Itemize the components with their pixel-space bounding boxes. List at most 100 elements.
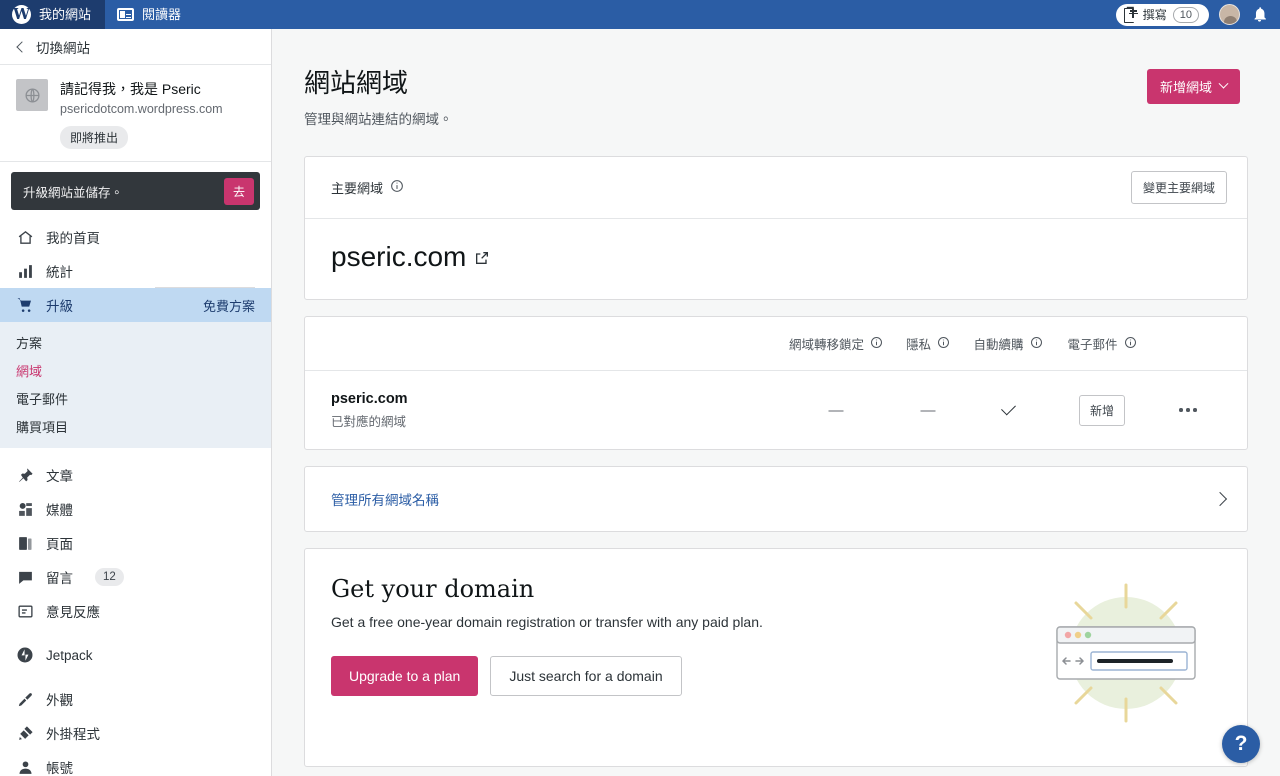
switch-site-button[interactable]: 切換網站 [0, 29, 271, 65]
domains-table-card: 網域轉移鎖定 隱私 自動續購 電子郵件 pseric.com 已對應的網域 — … [304, 316, 1248, 450]
wordpress-logo-icon: W [12, 5, 31, 24]
bell-icon[interactable] [1250, 6, 1268, 24]
sidebar-subitem-label: 方案 [16, 335, 43, 351]
avatar[interactable] [1219, 4, 1240, 25]
sidebar-nav: 我的首頁 統計 升級 免費方案 方案 網域 電子郵件 購買項目 文章 媒體 頁面… [0, 216, 271, 776]
sidebar-subnav-upgrades: 方案 網域 電子郵件 購買項目 [0, 322, 271, 448]
chevron-left-icon [16, 40, 28, 53]
compose-icon [1123, 8, 1138, 23]
upgrade-banner-text: 升級網站並儲存。 [23, 185, 124, 200]
info-icon[interactable] [390, 179, 404, 196]
table-row[interactable]: pseric.com 已對應的網域 — — 新增 [305, 371, 1247, 449]
masthead: W 我的網站 閱讀器 撰寫 10 [0, 0, 1280, 29]
sidebar-item-appearance[interactable]: 外觀 [0, 682, 271, 716]
primary-domain-card-body: pseric.com [305, 219, 1247, 299]
comment-icon [16, 568, 34, 586]
sidebar-subitem-purchases[interactable]: 購買項目 [0, 412, 271, 440]
check-icon [1000, 400, 1016, 416]
main-content: 網站網域 管理與網站連結的網域。 新增網域 主要網域 變更主要網域 pseric… [272, 29, 1280, 776]
sidebar-item-label: 頁面 [46, 537, 73, 552]
change-primary-domain-button[interactable]: 變更主要網域 [1130, 171, 1227, 204]
ellipsis-icon[interactable] [1179, 408, 1197, 412]
add-domain-button[interactable]: 新增網域 [1146, 69, 1240, 104]
sidebar-item-plan-badge: 免費方案 [202, 298, 255, 314]
info-icon[interactable] [937, 336, 950, 352]
user-icon [16, 758, 34, 776]
primary-domain-card: 主要網域 變更主要網域 pseric.com [304, 156, 1248, 300]
sidebar-item-feedback[interactable]: 意見反應 [0, 594, 271, 628]
sidebar-item-pages[interactable]: 頁面 [0, 526, 271, 560]
sidebar-item-my-home[interactable]: 我的首頁 [0, 220, 271, 254]
th-label: 隱私 [905, 338, 931, 352]
plugin-icon [16, 724, 34, 742]
cell-auto-renew [961, 400, 1055, 416]
promo-subtitle: Get a free one-year domain registration … [331, 614, 763, 630]
primary-domain-card-header: 主要網域 變更主要網域 [305, 157, 1247, 219]
sidebar-item-comments[interactable]: 留言 12 [0, 560, 271, 594]
reader-icon [117, 8, 135, 21]
promo-title: Get your domain [331, 575, 535, 603]
sidebar-item-plugins[interactable]: 外掛程式 [0, 716, 271, 750]
th-email: 電子郵件 [1055, 334, 1149, 353]
sidebar-item-label: 外掛程式 [46, 727, 100, 742]
sidebar-item-label: 升級 [46, 299, 73, 314]
sidebar-subitem-label: 購買項目 [16, 419, 69, 435]
add-domain-label: 新增網域 [1159, 80, 1212, 95]
site-name: 請記得我，我是 Pseric [60, 81, 201, 97]
cell-row-actions [1149, 408, 1227, 412]
primary-domain-link[interactable]: pseric.com [331, 241, 1221, 273]
help-icon: ? [1234, 732, 1248, 755]
sidebar-item-label: 我的首頁 [46, 231, 100, 246]
th-auto-renew: 自動續購 [961, 334, 1055, 353]
page-subtitle: 管理與網站連結的網域。 [304, 112, 453, 127]
upgrade-banner-button[interactable]: 去 [223, 177, 254, 205]
sidebar-item-upgrades[interactable]: 升級 免費方案 [0, 287, 271, 322]
add-email-button[interactable]: 新增 [1078, 394, 1125, 426]
manage-all-domains-link[interactable]: 管理所有網域名稱 [305, 467, 1247, 531]
info-icon[interactable] [870, 336, 883, 352]
row-domain-info: pseric.com 已對應的網域 [331, 391, 777, 430]
upgrade-banner: 升級網站並儲存。 去 [11, 172, 260, 210]
promo-content: Get your domain Get a free one-year doma… [305, 549, 1247, 766]
site-globe-icon [16, 79, 48, 111]
feedback-icon [16, 602, 34, 620]
upgrade-to-plan-button[interactable]: Upgrade to a plan [331, 656, 479, 696]
sidebar-item-stats[interactable]: 統計 [0, 254, 271, 288]
cell-transfer-lock: — [828, 401, 844, 419]
sidebar-subitem-plans[interactable]: 方案 [0, 328, 271, 356]
masthead-tab-my-sites[interactable]: W 我的網站 [0, 0, 106, 29]
media-icon [16, 500, 34, 518]
primary-domain-name: pseric.com [331, 241, 467, 272]
sidebar-item-posts[interactable]: 文章 [0, 458, 271, 492]
chevron-right-icon [1212, 491, 1228, 507]
row-domain-name: pseric.com [331, 390, 408, 407]
nav-gap [0, 628, 271, 638]
get-domain-promo-card: Get your domain Get a free one-year doma… [304, 548, 1248, 767]
cell-privacy: — [920, 401, 936, 419]
sidebar-item-media[interactable]: 媒體 [0, 492, 271, 526]
help-button[interactable]: ? [1222, 725, 1260, 763]
th-privacy: 隱私 [895, 334, 961, 353]
compose-count-badge: 10 [1172, 6, 1199, 23]
site-url: psericdotcom.wordpress.com [60, 102, 223, 116]
masthead-tab-label: 我的網站 [39, 7, 92, 22]
sidebar-item-label: 文章 [46, 469, 73, 484]
masthead-tab-reader[interactable]: 閱讀器 [105, 0, 195, 29]
sidebar-item-count-badge: 12 [95, 568, 124, 586]
row-domain-status: 已對應的網域 [331, 414, 407, 429]
site-card[interactable]: 請記得我，我是 Pseric psericdotcom.wordpress.co… [0, 65, 271, 162]
sidebar-item-jetpack[interactable]: Jetpack [0, 638, 271, 672]
compose-button[interactable]: 撰寫 10 [1115, 3, 1209, 26]
manage-all-domains-label: 管理所有網域名稱 [331, 493, 439, 508]
sidebar: 切換網站 請記得我，我是 Pseric psericdotcom.wordpre… [0, 29, 272, 776]
sidebar-item-label: Jetpack [46, 647, 93, 663]
sidebar-subitem-domains[interactable]: 網域 [0, 356, 271, 384]
sidebar-item-users[interactable]: 帳號 [0, 750, 271, 776]
info-icon[interactable] [1030, 336, 1043, 352]
cell-email: 新增 [1055, 394, 1149, 426]
chevron-down-icon [1218, 78, 1229, 89]
nav-gap [0, 448, 271, 458]
info-icon[interactable] [1124, 336, 1137, 352]
search-domain-button[interactable]: Just search for a domain [490, 656, 682, 696]
sidebar-subitem-emails[interactable]: 電子郵件 [0, 384, 271, 412]
